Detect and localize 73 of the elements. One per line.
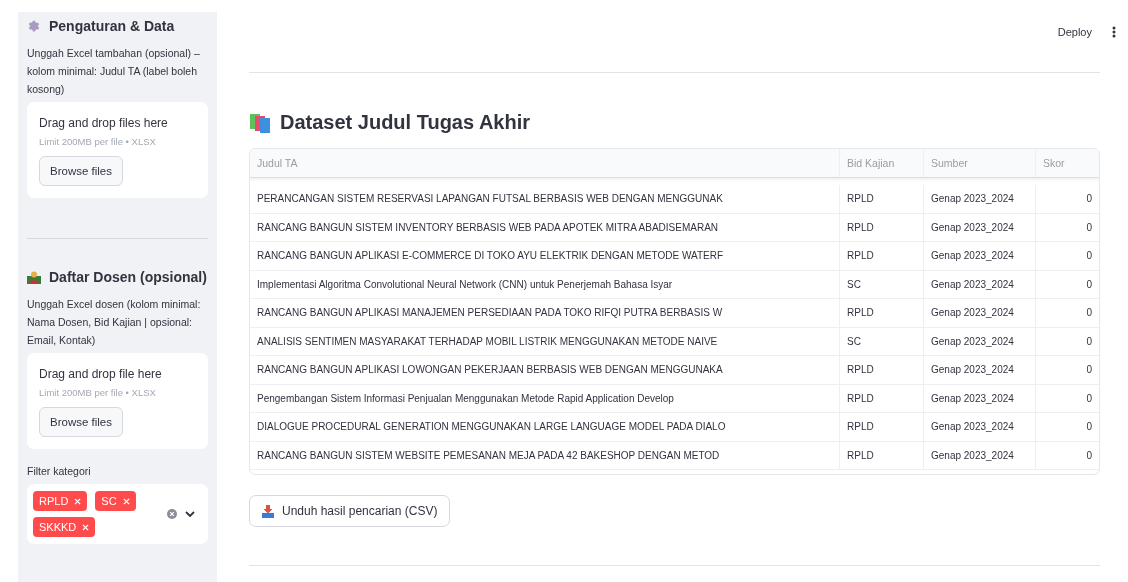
table-cell: RPLD	[839, 185, 923, 213]
browse-files-button[interactable]: Browse files	[39, 156, 123, 186]
column-header[interactable]: Skor	[1035, 149, 1099, 177]
table-cell: Genap 2023_2024	[923, 213, 1035, 241]
table-cell-text: PERANCANGAN SISTEM RESERVASI LAPANGAN FUTSAL BERBASIS WEB DENGAN MENGGUNAK	[256, 192, 724, 207]
table-cell: Genap 2023_2024	[923, 185, 1035, 213]
section-title: Daftar Dosen (opsional)	[49, 269, 207, 285]
table-cell: 0	[1035, 356, 1099, 384]
column-header[interactable]: Judul TA	[250, 149, 839, 177]
table-cell: 0	[1035, 299, 1099, 327]
table-cell: Genap 2023_2024	[923, 384, 1035, 412]
table-cell: 0	[1035, 213, 1099, 241]
column-header[interactable]: Bid Kajian	[839, 149, 923, 177]
remove-icon[interactable]	[82, 523, 90, 531]
table-cell: RPLD	[839, 242, 923, 270]
table-cell-text: RANCANG BANGUN SISTEM INVENTORY BERBASIS WEB PADA APOTEK MITRA ABADISEMARAN	[256, 220, 720, 235]
table-cell-text: RANCANG BANGUN APLIKASI LOWONGAN PEKERJAAN BERBASIS WEB DENGAN MENGGUNAKA	[256, 363, 724, 378]
browse-files-button[interactable]: Browse files	[39, 407, 123, 437]
table-cell-text: Implementasi Algoritma Convolutional Neural Network (CNN) untuk Penerjemah Bahasa Isyar	[256, 277, 674, 292]
table-cell: SC	[839, 327, 923, 355]
download-icon	[262, 504, 274, 518]
table-cell: Genap 2023_2024	[923, 242, 1035, 270]
table-cell-text: RANCANG BANGUN SISTEM WEBSITE PEMESANAN MEJA PADA 42 BAKESHOP DENGAN METOD	[256, 448, 721, 463]
table-cell: RPLD	[839, 299, 923, 327]
upload-limit: Limit 200MB per file • XLSX	[39, 136, 156, 147]
table-cell-text: RANCANG BANGUN APLIKASI E-COMMERCE DI TOKO AYU ELEKTRIK DENGAN METODE WATERF	[256, 249, 724, 264]
table-cell: Genap 2023_2024	[923, 413, 1035, 441]
table-cell: 0	[1035, 384, 1099, 412]
table-cell: Genap 2023_2024	[923, 299, 1035, 327]
category-tag[interactable]: SC	[95, 491, 136, 511]
gear-icon	[27, 19, 41, 33]
file-uploader[interactable]: Drag and drop file here Limit 200MB per file • XLSX Browse files	[27, 353, 208, 449]
table-cell: RPLD	[839, 356, 923, 384]
upload-prompt: Drag and drop files here	[39, 116, 168, 130]
table-cell-text: Pengembangan Sistem Informasi Penjualan Menggunakan Metode Rapid Application Develop	[256, 391, 675, 406]
table-cell: 0	[1035, 413, 1099, 441]
upload-prompt: Drag and drop file here	[39, 367, 162, 381]
section-description: Unggah Excel dosen (kolom minimal: Nama Dosen, Bid Kajian | opsional: Email, Kontak)	[27, 297, 202, 348]
table-cell: 0	[1035, 327, 1099, 355]
table-cell: 0	[1035, 242, 1099, 270]
remove-icon[interactable]	[122, 497, 130, 505]
table-cell: 0	[1035, 185, 1099, 213]
category-multiselect[interactable]: RPLD SC SKKKD	[27, 484, 208, 544]
table-cell: RPLD	[839, 213, 923, 241]
table-cell: RPLD	[839, 384, 923, 412]
table-cell-text: ANALISIS SENTIMEN MASYARAKAT TERHADAP MOBIL LISTRIK MENGGUNAKAN METODE NAIVE	[256, 334, 719, 349]
table-cell-text: RANCANG BANGUN APLIKASI MANAJEMEN PERSEDIAAN PADA TOKO RIFQI PUTRA BERBASIS W	[256, 306, 724, 321]
remove-icon[interactable]	[74, 497, 82, 505]
column-header[interactable]: Sumber	[923, 149, 1035, 177]
section-description: Unggah Excel tambahan (opsional) – kolom minimal: Judul TA (label boleh kosong)	[27, 46, 201, 97]
menu-icon[interactable]	[1112, 26, 1116, 38]
table-cell: Genap 2023_2024	[923, 356, 1035, 384]
table-cell: RPLD	[839, 413, 923, 441]
table-cell-text: DIALOGUE PROCEDURAL GENERATION MENGGUNAKAN LARGE LANGUAGE MODEL PADA DIALO	[256, 420, 727, 435]
table-cell: SC	[839, 270, 923, 298]
category-tag[interactable]: SKKKD	[33, 517, 96, 537]
table-cell: Genap 2023_2024	[923, 441, 1035, 469]
file-uploader[interactable]: Drag and drop files here Limit 200MB per file • XLSX Browse files	[27, 102, 208, 198]
table-cell: 0	[1035, 441, 1099, 469]
clear-icon[interactable]	[167, 509, 177, 519]
table-cell: Genap 2023_2024	[923, 270, 1035, 298]
books-icon	[249, 112, 271, 133]
deploy-button[interactable]: Deploy	[1055, 24, 1094, 40]
section-title: Pengaturan & Data	[49, 18, 175, 34]
page-title: Dataset Judul Tugas Akhir	[280, 111, 531, 134]
upload-limit: Limit 200MB per file • XLSX	[39, 387, 156, 398]
table-cell: 0	[1035, 270, 1099, 298]
table-cell: Genap 2023_2024	[923, 327, 1035, 355]
category-tag[interactable]: RPLD	[33, 491, 88, 511]
table-cell: RPLD	[839, 441, 923, 469]
filter-label: Filter kategori	[27, 465, 92, 477]
download-csv-button[interactable]: Unduh hasil pencarian (CSV)	[249, 495, 451, 527]
chevron-down-icon[interactable]	[185, 510, 195, 518]
